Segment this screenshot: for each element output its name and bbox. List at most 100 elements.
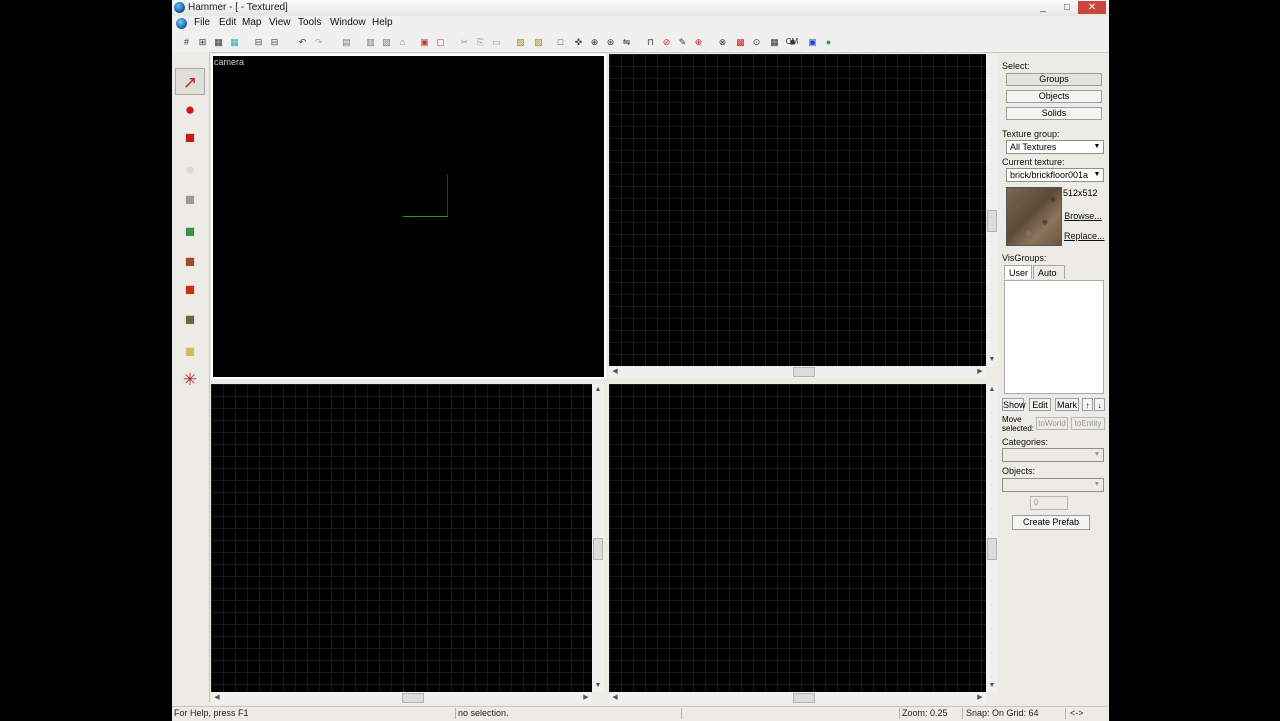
scroll-thumb[interactable] [987,538,997,560]
decal-tool-icon[interactable]: ■ [175,276,205,303]
menu-tools[interactable]: Tools [298,17,321,28]
carve-icon[interactable]: ⊟ [252,36,265,48]
texture-preview-image[interactable] [1006,187,1062,246]
vertex-tool-icon[interactable]: ✳ [175,366,205,393]
menu-view[interactable]: View [269,17,291,28]
grid-toggle-icon[interactable]: # [180,36,193,48]
scroll-down-arrow[interactable]: ▼ [592,680,604,692]
scroll-up-arrow[interactable]: ▲ [986,384,998,396]
visgroup-edit-button[interactable]: Edit [1029,398,1051,411]
map-properties-icon[interactable]: ▦ [768,36,781,48]
top-view-hscroll[interactable]: ◀ ▶ [609,366,986,378]
front-view-hscroll[interactable]: ◀ ▶ [211,692,592,704]
redo-icon[interactable]: ↷ [312,36,325,48]
scroll-left-arrow[interactable]: ◀ [609,366,621,378]
title-bar[interactable]: Hammer - [ - Textured] _ □ ✕ [172,0,1109,17]
compile-icon[interactable]: ▩ [734,36,747,48]
toggle-auto-icon[interactable]: ▨ [532,36,545,48]
overlay-icon[interactable]: ⊗ [716,36,729,48]
selection-tool-icon[interactable]: ↗ [175,68,205,95]
block-tool-icon[interactable]: ■ [175,186,205,213]
texture-application-icon[interactable]: ⊕ [588,36,601,48]
minimize-button[interactable]: _ [1032,1,1054,14]
faces-spinner[interactable]: 0 [1030,496,1068,510]
front-view-viewport[interactable] [211,384,592,692]
group-icon[interactable]: ⊟ [268,36,281,48]
close-button[interactable]: ✕ [1078,1,1106,14]
texture-tool-icon[interactable]: ■ [175,218,205,245]
dropdown-arrow-icon[interactable]: ▼ [1092,479,1102,491]
scroll-thumb[interactable] [793,367,815,377]
replace-button[interactable]: Replace... [1064,230,1105,243]
carve2-icon[interactable]: ⊓ [644,36,657,48]
group-icon[interactable]: ▣ [418,36,431,48]
undo-icon[interactable]: ↶ [296,36,309,48]
paste-icon[interactable]: ▭ [490,36,503,48]
cubemap-text-button[interactable]: CM [784,36,800,48]
scroll-thumb[interactable] [987,210,997,232]
toggle-ignore-icon[interactable]: ▨ [514,36,527,48]
clip-icon[interactable]: ⊘ [660,36,673,48]
current-texture-dropdown[interactable]: brick/brickfloor001a ▼ [1006,168,1104,182]
entity-tool-icon[interactable]: ● [175,156,205,183]
green-leaf-icon[interactable]: ● [822,36,835,48]
copy-icon[interactable]: ⎘ [474,36,487,48]
to-entity-button[interactable]: toEntity [1071,417,1105,430]
scroll-down-arrow[interactable]: ▼ [986,354,998,366]
top-view-viewport[interactable] [609,54,986,366]
select-objects-button[interactable]: Objects [1006,90,1102,103]
menu-edit[interactable]: Edit [219,17,236,28]
menu-help[interactable]: Help [372,17,393,28]
scroll-up-arrow[interactable]: ▲ [592,384,604,396]
scroll-right-arrow[interactable]: ▶ [580,692,592,704]
apply-texture-icon[interactable]: ■ [175,248,205,275]
visgroup-mark-button[interactable]: Mark [1055,398,1079,411]
side-view-viewport[interactable] [609,384,986,692]
move-down-icon[interactable]: ↓ [1094,398,1105,411]
scroll-left-arrow[interactable]: ◀ [211,692,223,704]
scroll-right-arrow[interactable]: ▶ [974,692,986,704]
move-up-icon[interactable]: ↑ [1082,398,1093,411]
grid-smaller-icon[interactable]: ▦ [212,36,225,48]
grid-larger-icon[interactable]: ▦ [228,36,241,48]
hide-icon[interactable]: ▤ [340,36,353,48]
side-view-hscroll[interactable]: ◀ ▶ [609,692,986,704]
front-view-vscroll[interactable]: ▲ ▼ [592,384,604,692]
overlay-tool-icon[interactable]: ■ [175,306,205,333]
flip-icon[interactable]: ⇋ [620,36,633,48]
viewport-label-camera[interactable]: camera [214,57,244,67]
scroll-down-arrow[interactable]: ▼ [986,680,998,692]
scroll-thumb[interactable] [793,693,815,703]
dropdown-arrow-icon[interactable]: ▼ [1092,169,1102,181]
scroll-thumb[interactable] [402,693,424,703]
vertex-icon[interactable]: ✎ [676,36,689,48]
side-view-vscroll[interactable]: ▲ ▼ [986,384,998,692]
scroll-thumb[interactable] [593,538,603,560]
magnify-tool-icon[interactable]: ● [175,96,205,123]
tab-user[interactable]: User [1004,265,1032,279]
clipping-tool-icon[interactable]: ■ [175,338,205,365]
select-groups-button[interactable]: Groups [1006,73,1102,86]
categories-dropdown[interactable]: ▼ [1002,448,1104,462]
scroll-right-arrow[interactable]: ▶ [974,366,986,378]
model-icon[interactable]: ⊛ [604,36,617,48]
scroll-left-arrow[interactable]: ◀ [609,692,621,704]
texture-lock-icon[interactable]: ⌂ [396,36,409,48]
camera-viewport[interactable]: camera [211,54,606,379]
visgroup-show-button[interactable]: Show [1002,398,1026,411]
browse-button[interactable]: Browse... [1064,210,1102,223]
run-icon[interactable]: ▣ [806,36,819,48]
dropdown-arrow-icon[interactable]: ▼ [1092,449,1102,461]
hide-unselected-icon[interactable]: ▥ [364,36,377,48]
apply-decal-icon[interactable]: ⊕ [692,36,705,48]
menu-window[interactable]: Window [330,17,366,28]
tab-auto[interactable]: Auto [1033,265,1065,279]
top-view-vscroll[interactable]: ▼ [986,54,998,366]
texture-group-dropdown[interactable]: All Textures ▼ [1006,140,1104,154]
menu-map[interactable]: Map [242,17,261,28]
ungroup-icon[interactable]: ▢ [434,36,447,48]
selection-box-icon[interactable]: □ [554,36,567,48]
grid-3d-icon[interactable]: ⊞ [196,36,209,48]
visgroups-list[interactable] [1004,280,1104,394]
document-globe-icon[interactable] [176,18,187,29]
